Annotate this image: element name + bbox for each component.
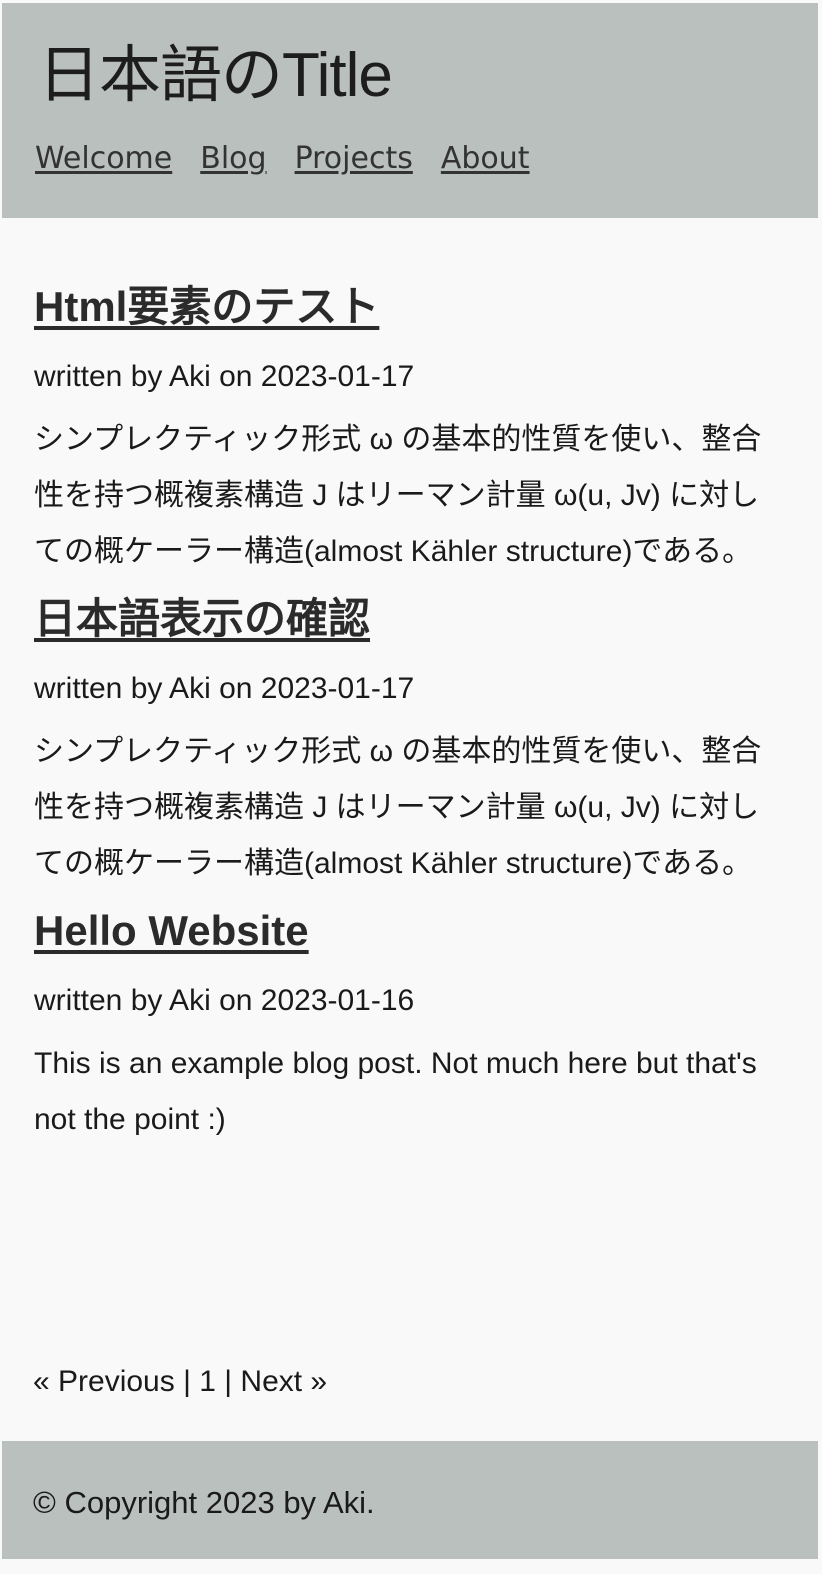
nav-about-link[interactable]: About <box>441 141 530 177</box>
post-title-link[interactable]: 日本語表示の確認 <box>34 595 370 642</box>
pagination: « Previous | 1 | Next » <box>33 1357 327 1407</box>
nav-welcome-link[interactable]: Welcome <box>35 141 172 177</box>
post-title: Html要素のテスト <box>34 272 782 342</box>
pagination-separator: | <box>224 1365 233 1398</box>
post-meta: written by Aki on 2023-01-17 <box>34 360 415 393</box>
next-page-link[interactable]: Next » <box>240 1365 327 1398</box>
nav-projects-link[interactable]: Projects <box>295 141 413 177</box>
post-title: 日本語表示の確認 <box>34 584 782 654</box>
main-nav: Welcome Blog Projects About <box>35 141 530 177</box>
post-excerpt: シンプレクティック形式 ω の基本的性質を使い、整合性を持つ概複素構造 J はリ… <box>34 423 762 568</box>
post-item: Hello Website written by Aki on 2023-01-… <box>34 896 782 1148</box>
post-title: Hello Website <box>34 896 782 966</box>
site-footer: © Copyright 2023 by Aki. <box>2 1441 818 1559</box>
site-header: 日本語のTitle Welcome Blog Projects About <box>2 3 818 218</box>
previous-page-link[interactable]: « Previous <box>33 1365 175 1398</box>
post-meta: written by Aki on 2023-01-17 <box>34 672 415 705</box>
post-excerpt: シンプレクティック形式 ω の基本的性質を使い、整合性を持つ概複素構造 J はリ… <box>34 735 762 880</box>
current-page: 1 <box>199 1365 216 1398</box>
pagination-separator: | <box>183 1365 191 1398</box>
post-title-link[interactable]: Hello Website <box>34 907 309 954</box>
post-item: Html要素のテスト written by Aki on 2023-01-17 … <box>34 272 782 580</box>
post-item: 日本語表示の確認 written by Aki on 2023-01-17 シン… <box>34 584 782 892</box>
nav-blog-link[interactable]: Blog <box>200 141 266 177</box>
site-title: 日本語のTitle <box>38 41 393 110</box>
post-excerpt: This is an example blog post. Not much h… <box>34 1047 757 1136</box>
copyright-text: © Copyright 2023 by Aki. <box>33 1485 375 1520</box>
post-title-link[interactable]: Html要素のテスト <box>34 283 379 330</box>
post-meta: written by Aki on 2023-01-16 <box>34 984 415 1017</box>
post-list: Html要素のテスト written by Aki on 2023-01-17 … <box>34 272 782 1152</box>
